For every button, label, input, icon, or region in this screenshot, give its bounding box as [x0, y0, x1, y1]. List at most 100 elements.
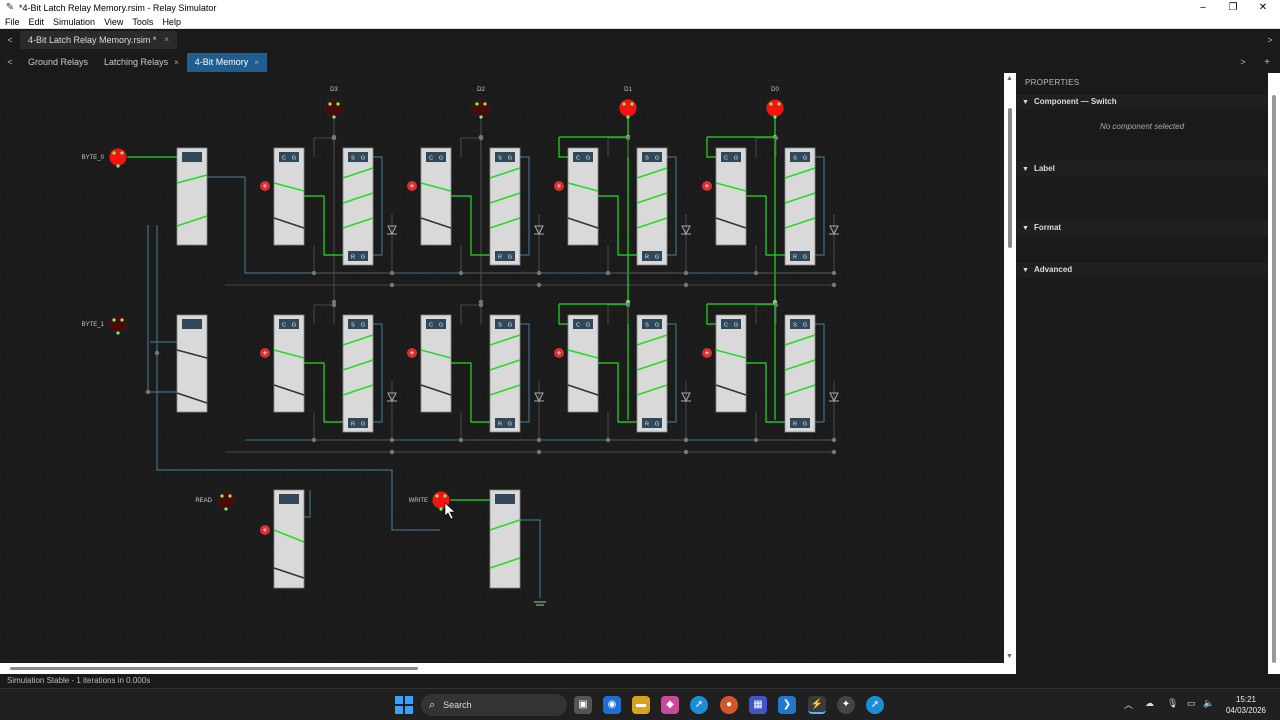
vscode-icon[interactable]: ❯ [778, 696, 796, 714]
tab-ground-relays[interactable]: Ground Relays [20, 53, 96, 72]
output-led-d1[interactable] [618, 98, 638, 118]
minimize-button[interactable]: – [1188, 0, 1218, 15]
scroll-thumb[interactable] [1272, 95, 1276, 663]
relay-label-plate [182, 152, 202, 162]
taskbar-search[interactable]: ⌕ Search [421, 694, 567, 716]
relay-latch-r1-b3[interactable]: S GR G [784, 314, 816, 433]
switch-byte_1[interactable] [108, 314, 128, 334]
tray-chevron-icon[interactable]: ︿ [1124, 698, 1133, 711]
file-tab-close-icon[interactable]: × [164, 31, 169, 49]
section-component-switch[interactable]: ▼ Component — Switch [1016, 94, 1268, 110]
office-icon[interactable]: ◆ [661, 696, 679, 714]
plus-icon: + [705, 349, 710, 358]
taskbar-clock[interactable]: 15:21 04/03/2026 [1222, 694, 1270, 716]
scroll-up-icon[interactable]: ▲ [1006, 75, 1013, 82]
relay-write[interactable] [489, 489, 521, 589]
relay-pin-label: G [361, 422, 365, 428]
led-pin [769, 102, 773, 106]
junction-dot [311, 437, 317, 443]
menu-simulation[interactable]: Simulation [48, 17, 99, 27]
browser-icon[interactable]: ➚ [866, 696, 884, 714]
section-label[interactable]: ▼ Label [1016, 161, 1268, 177]
scroll-thumb[interactable] [10, 667, 418, 670]
canvas-vertical-scrollbar[interactable]: ▲ ▼ [1004, 73, 1016, 663]
maximize-button[interactable]: ❐ [1218, 0, 1248, 15]
relay-input-r0-b3[interactable]: CG [715, 147, 747, 246]
page-tabs-right-arrow[interactable]: > [1232, 57, 1254, 67]
output-led-d3[interactable] [324, 98, 344, 118]
relay-simulator-icon[interactable]: ⚡ [808, 696, 826, 714]
relay-latch-r0-b0[interactable]: S GR G [342, 147, 374, 266]
relay-byte-1[interactable] [176, 314, 208, 413]
windows-start-icon[interactable] [395, 696, 413, 714]
menu-tools[interactable]: Tools [127, 17, 157, 27]
tab-close-icon[interactable]: × [174, 53, 179, 72]
close-button[interactable]: ✕ [1248, 0, 1278, 15]
edge-icon[interactable]: ◉ [603, 696, 621, 714]
browser-icon[interactable]: ➚ [690, 696, 708, 714]
section-format[interactable]: ▼ Format [1016, 220, 1268, 236]
file-explorer-icon[interactable]: ▬ [632, 696, 650, 714]
task-view-icon[interactable]: ▣ [574, 696, 592, 714]
relay-latch-r0-b2[interactable]: S GR G [636, 147, 668, 266]
output-led-d2[interactable] [471, 98, 491, 118]
junction-dot [683, 437, 689, 443]
scroll-thumb[interactable] [1008, 108, 1012, 248]
menu-help[interactable]: Help [157, 17, 185, 27]
relay-pin-label: R [351, 255, 355, 261]
tab-latching-relays[interactable]: Latching Relays × [96, 53, 187, 72]
scroll-down-icon[interactable]: ▼ [1006, 653, 1013, 660]
junction-dot [683, 449, 689, 455]
plus-icon: + [705, 182, 710, 191]
junction-dot [683, 270, 689, 276]
relay-latch-r1-b0[interactable]: S GR G [342, 314, 374, 433]
relay-pin-label: G [803, 323, 807, 329]
properties-scrollbar[interactable] [1268, 73, 1280, 674]
relay-latch-r0-b1[interactable]: S GR G [489, 147, 521, 266]
relay-input-r0-b2[interactable]: CG [567, 147, 599, 246]
switch-byte_0[interactable] [108, 147, 128, 167]
microphone-icon[interactable]: 🎙 [1167, 698, 1178, 709]
relay-label-plate [279, 494, 299, 504]
relay-input-r1-b1[interactable]: CG [420, 314, 452, 413]
firefox-icon[interactable]: ● [720, 696, 738, 714]
app-icon[interactable]: ✦ [837, 696, 855, 714]
relay-pin-label: G [734, 323, 738, 329]
volume-icon[interactable]: 🔈 [1203, 698, 1214, 709]
file-tab[interactable]: 4-Bit Latch Relay Memory.rsim * × [20, 31, 178, 49]
relay-byte-0[interactable] [176, 147, 208, 246]
relay-latch-r1-b1[interactable]: S GR G [489, 314, 521, 433]
switch-read[interactable] [216, 490, 236, 510]
page-tabs-left-arrow[interactable]: < [0, 57, 20, 67]
tab-label: Ground Relays [28, 56, 89, 67]
cloud-icon[interactable]: ☁ [1145, 698, 1154, 709]
app-icon[interactable]: ▦ [749, 696, 767, 714]
output-led-d0[interactable] [765, 98, 785, 118]
relay-input-r0-b1[interactable]: CG [420, 147, 452, 246]
relay-latch-r0-b3[interactable]: S GR G [784, 147, 816, 266]
menu-edit[interactable]: Edit [24, 17, 49, 27]
circuit-canvas[interactable]: C G S G R G + C G S G R G + C G S G R G + C G S G R G + C G S G R G + C G S G R… [0, 73, 1004, 663]
section-advanced[interactable]: ▼ Advanced [1016, 262, 1268, 278]
menu-file[interactable]: File [0, 17, 24, 27]
menu-view[interactable]: View [99, 17, 127, 27]
tab-4bit-memory[interactable]: 4-Bit Memory × [186, 52, 267, 72]
display-icon[interactable]: ▭ [1187, 698, 1196, 709]
relay-pin-label: G [361, 156, 365, 162]
relay-input-r1-b2[interactable]: CG [567, 314, 599, 413]
relay-pin-label: G [508, 156, 512, 162]
file-tabs-right-arrow[interactable]: > [1260, 35, 1280, 45]
canvas-horizontal-scrollbar[interactable] [0, 663, 1016, 674]
tab-close-icon[interactable]: × [254, 53, 259, 72]
relay-read[interactable] [273, 489, 305, 589]
window-title: *4-Bit Latch Relay Memory.rsim - Relay S… [19, 2, 217, 13]
relay-latch-r1-b2[interactable]: S GR G [636, 314, 668, 433]
relay-input-r1-b3[interactable]: CG [715, 314, 747, 413]
junction-dot [331, 135, 337, 141]
relay-input-r1-b0[interactable]: CG [273, 314, 305, 413]
add-page-button[interactable]: + [1254, 57, 1280, 68]
circuit-diagram[interactable]: C G S GR G+C G S GR G+C G S GR G+C G S GR G+C G S GR G+C G S GR… [0, 73, 1004, 663]
relay-input-r0-b0[interactable]: CG [273, 147, 305, 246]
file-tabs-left-arrow[interactable]: < [0, 35, 20, 45]
relay-body [273, 314, 305, 413]
